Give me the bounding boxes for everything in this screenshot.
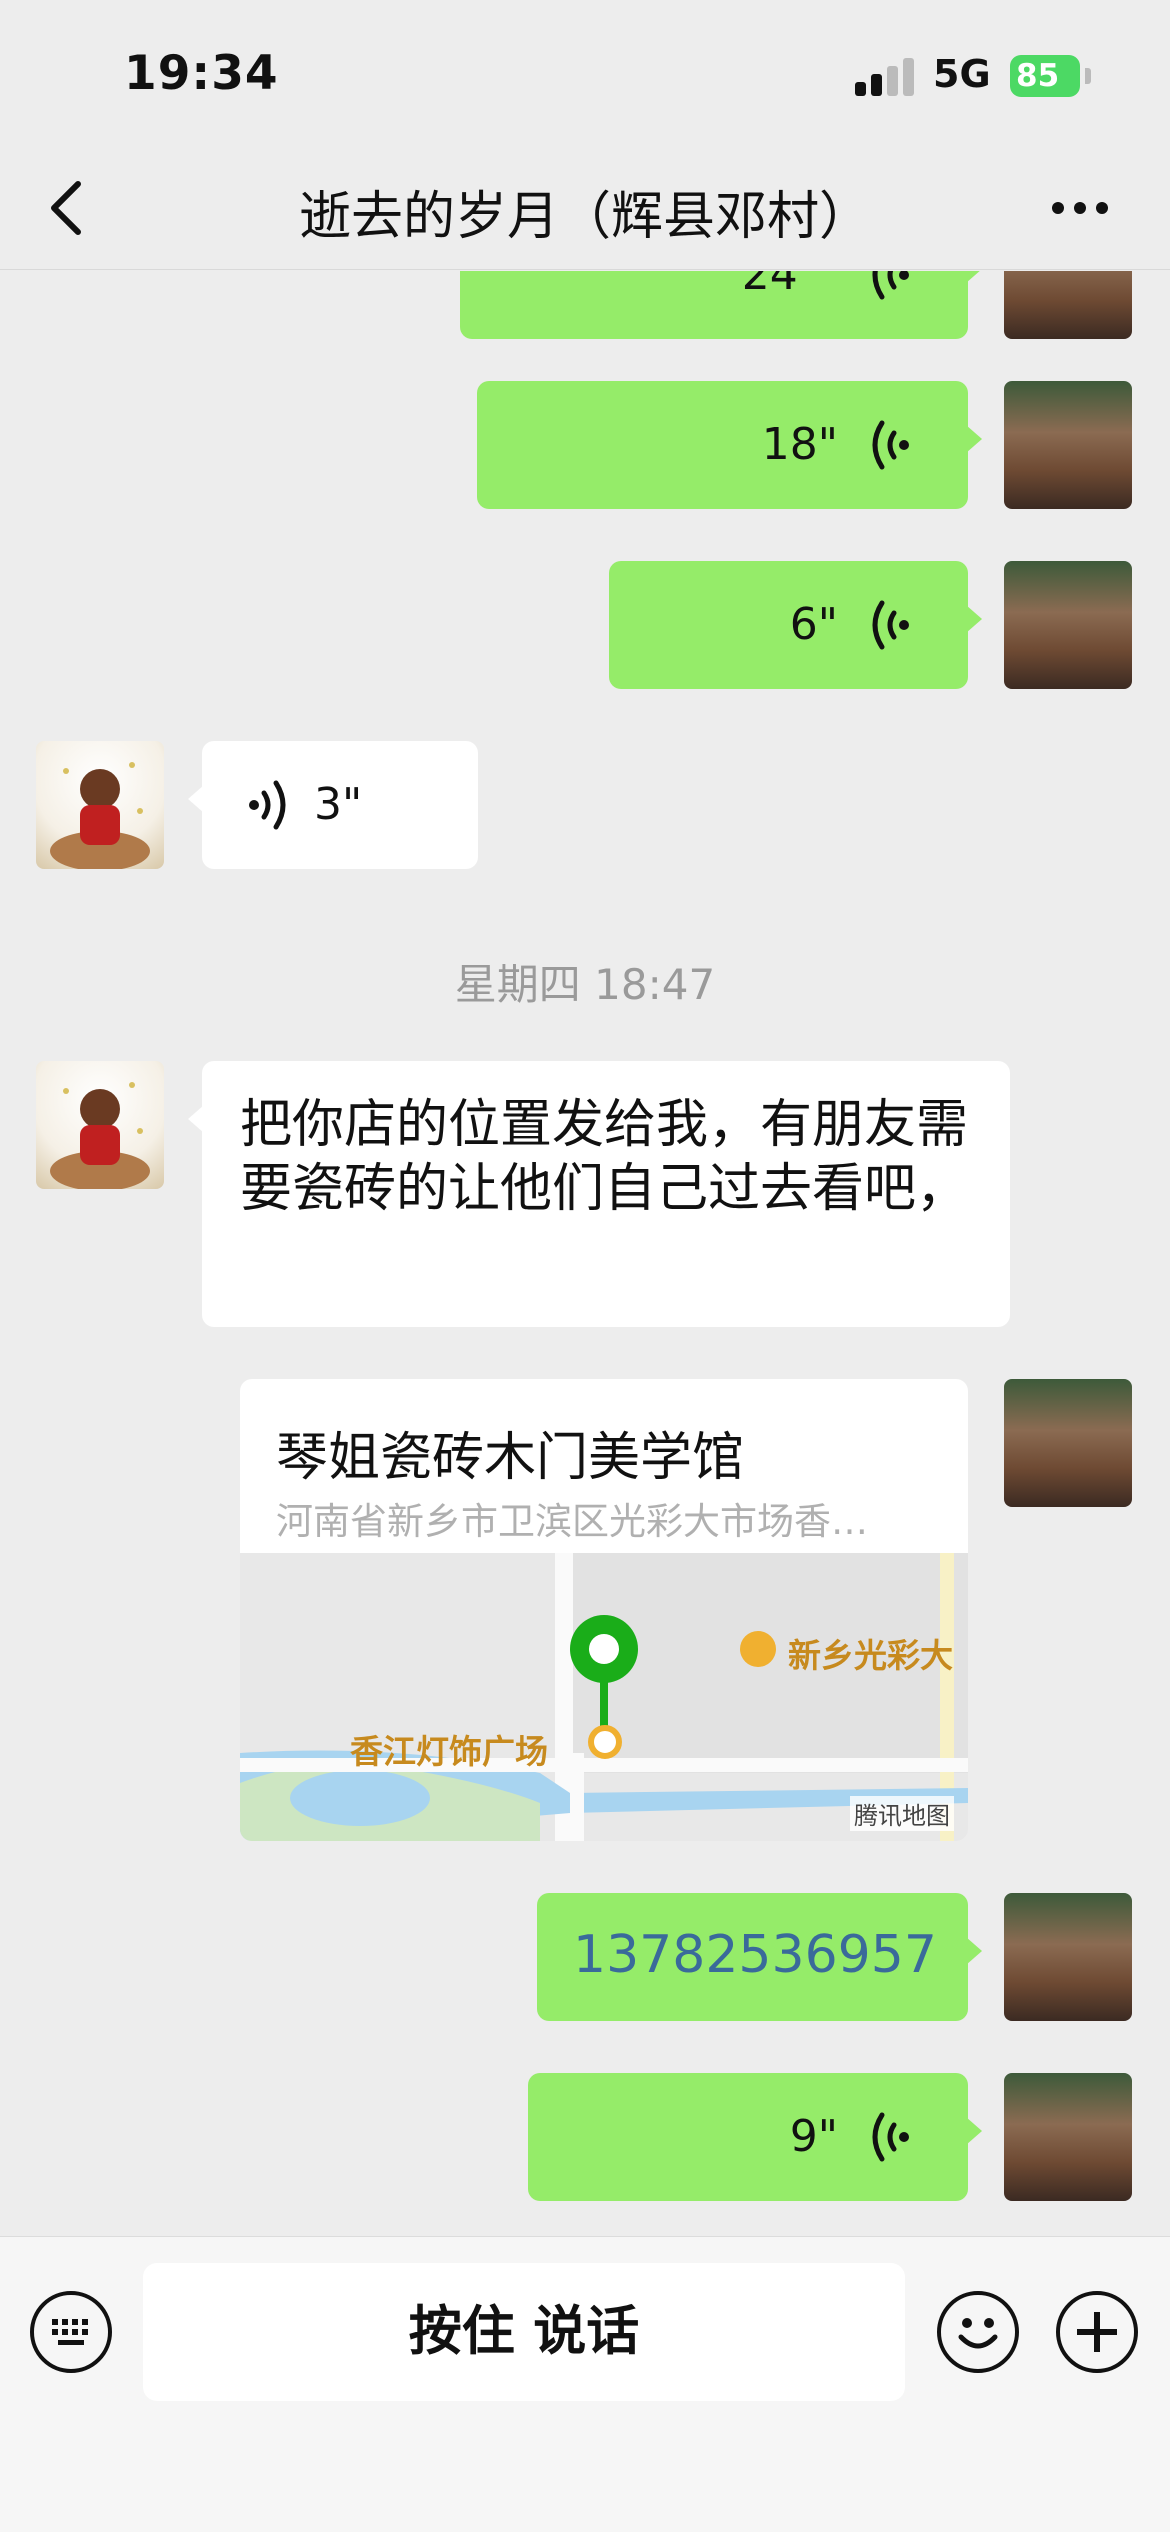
voice-message[interactable]: 9"	[528, 2073, 982, 2201]
voice-wave-icon	[872, 420, 909, 470]
voice-duration: 18"	[761, 419, 838, 470]
my-avatar[interactable]	[1004, 271, 1132, 339]
voice-duration: 9"	[789, 2111, 838, 2162]
voice-duration: 3"	[314, 779, 363, 830]
emoji-button[interactable]	[937, 2291, 1019, 2373]
map-poi-icon	[740, 1631, 776, 1667]
location-address: 河南省新乡市卫滨区光彩大市场香…	[276, 1500, 868, 1543]
map-pin-icon	[570, 1615, 638, 1739]
location-name: 琴姐瓷砖木门美学馆	[276, 1428, 745, 1488]
hold-to-talk-button[interactable]: 按住 说话	[143, 2263, 905, 2401]
contact-avatar-figure	[50, 762, 150, 869]
signal-icon	[855, 58, 917, 96]
voice-message[interactable]: 6"	[609, 561, 982, 689]
voice-message[interactable]: 24"	[460, 271, 982, 339]
emoji-icon	[958, 2318, 998, 2349]
phone-message[interactable]: 13782536957	[537, 1893, 982, 2021]
status-time: 19:34	[124, 46, 279, 101]
location-card[interactable]: 琴姐瓷砖木门美学馆 河南省新乡市卫滨区光彩大市场香… 新乡光彩大 香江灯饰广场 …	[240, 1379, 968, 1841]
my-avatar[interactable]	[1004, 2073, 1132, 2201]
voice-wave-icon	[249, 780, 286, 830]
contact-avatar[interactable]	[36, 1061, 164, 1189]
keyboard-icon	[52, 2319, 88, 2345]
voice-message[interactable]: 3"	[188, 741, 478, 869]
my-avatar[interactable]	[1004, 561, 1132, 689]
text-message[interactable]: 把你店的位置发给我，有朋友需要瓷砖的让他们自己过去看吧，	[188, 1061, 1010, 1327]
map-credit: 腾讯地图	[850, 1796, 954, 1831]
voice-duration: 24"	[741, 271, 818, 300]
more-actions-button[interactable]	[1056, 2291, 1138, 2373]
battery-cap	[1085, 68, 1091, 84]
keyboard-toggle-button[interactable]	[30, 2291, 112, 2373]
network-type: 5G	[933, 52, 991, 96]
voice-wave-icon	[872, 2112, 909, 2162]
input-bar: 按住 说话	[0, 2236, 1170, 2532]
contact-avatar[interactable]	[36, 741, 164, 869]
my-avatar[interactable]	[1004, 381, 1132, 509]
voice-wave-icon	[872, 600, 909, 650]
map-label: 新乡光彩大	[788, 1636, 953, 1675]
map-poi-icon	[588, 1725, 622, 1759]
chat-area[interactable]: 24" 18" 6" 3" 星期四 18:47 把你店的位置发给我，有朋友需要瓷…	[0, 271, 1170, 2236]
contact-avatar-figure	[50, 1082, 150, 1189]
message-text: 把你店的位置发给我，有朋友需要瓷砖的让他们自己过去看吧，	[240, 1095, 969, 1219]
status-bar: 19:34 5G 85	[0, 0, 1170, 150]
chat-header: 逝去的岁月（辉县邓村）	[0, 150, 1170, 270]
map-label: 香江灯饰广场	[350, 1732, 548, 1771]
voice-wave-icon	[872, 271, 909, 300]
my-avatar[interactable]	[1004, 1379, 1132, 1507]
message-timestamp: 星期四 18:47	[454, 960, 716, 1009]
battery-indicator: 85	[1010, 55, 1080, 97]
battery-level: 85	[1016, 58, 1060, 94]
phone-number[interactable]: 13782536957	[573, 1925, 937, 1985]
location-map[interactable]: 新乡光彩大 香江灯饰广场 腾讯地图	[240, 1553, 968, 1841]
plus-icon	[1077, 2312, 1117, 2352]
voice-duration: 6"	[789, 599, 838, 650]
chat-title: 逝去的岁月（辉县邓村）	[298, 187, 871, 247]
more-button[interactable]	[1040, 180, 1120, 230]
voice-message[interactable]: 18"	[477, 381, 982, 509]
my-avatar[interactable]	[1004, 1893, 1132, 2021]
